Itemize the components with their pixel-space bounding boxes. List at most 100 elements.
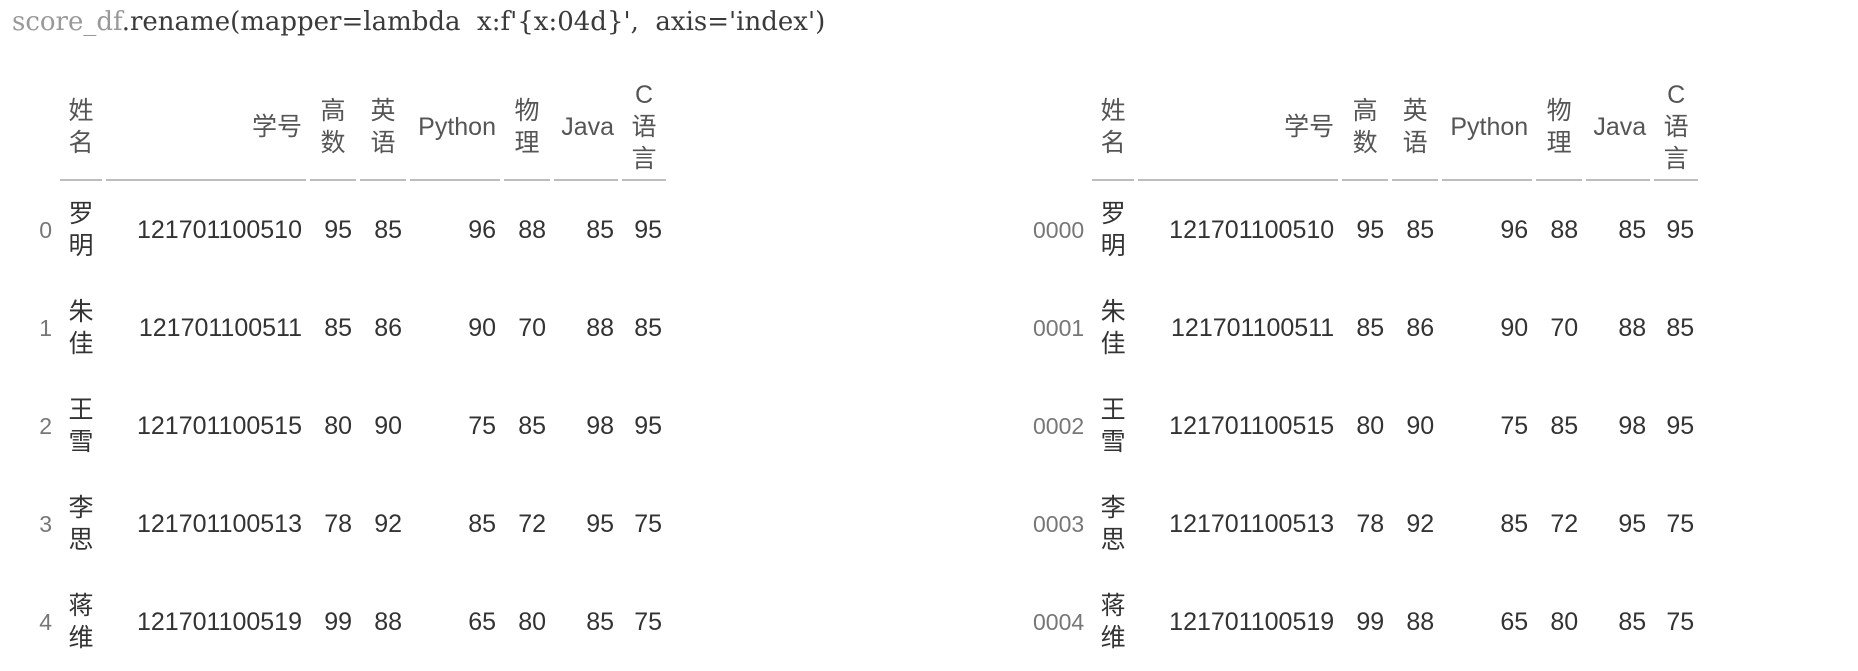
score-cell: 96 xyxy=(468,216,496,244)
name-char: 明 xyxy=(1100,232,1126,260)
score-cell: 80 xyxy=(518,608,546,636)
row-index: 1 xyxy=(39,315,52,341)
score-cell: 80 xyxy=(1356,412,1385,440)
column-header: Java xyxy=(1586,75,1651,181)
name-char: 蒋 xyxy=(1100,592,1126,620)
column-header-char: 姓 xyxy=(68,97,94,125)
score-cell: 86 xyxy=(374,314,402,342)
score-cell: 85 xyxy=(1618,216,1647,244)
score-cell: 75 xyxy=(634,510,662,538)
dataframe-table-left: 姓名学号高数英语 Python 物理 Java C 语言 0 罗明 121701100510 95… xyxy=(28,75,670,671)
column-header-char: 语 xyxy=(1402,129,1428,157)
column-header-char: 言 xyxy=(631,145,657,173)
table-header: 姓名学号高数英语 Python 物理 Java C 语言 xyxy=(1029,75,1699,181)
name-cell: 李思 xyxy=(1092,475,1134,573)
column-header-char: Python xyxy=(1450,113,1529,141)
table-header: 姓名学号高数英语 Python 物理 Java C 语言 xyxy=(32,75,666,181)
score-cell: 75 xyxy=(1500,412,1529,440)
score-cell: 88 xyxy=(1406,608,1435,636)
column-header-char: 语 xyxy=(370,129,396,157)
column-header: 高数 xyxy=(1342,75,1389,181)
score-cell: 85 xyxy=(1550,412,1579,440)
table-row: 0004 蒋维 121701100519 99 88 65 80 85 75 xyxy=(1029,573,1698,671)
name-cell: 朱佳 xyxy=(1092,279,1134,377)
column-header-char: 英 xyxy=(1402,97,1428,125)
table-body: 0 罗明 121701100510 95 85 96 88 85 95 1 朱佳 1217011005… xyxy=(32,181,666,671)
score-cell: 72 xyxy=(518,510,546,538)
score-cell: 95 xyxy=(634,412,662,440)
score-cell: 95 xyxy=(1356,216,1385,244)
index-header xyxy=(1029,75,1088,181)
column-header-char: Java xyxy=(1593,113,1647,141)
score-cell: 85 xyxy=(1618,608,1647,636)
index-header xyxy=(32,75,56,181)
name-char: 明 xyxy=(68,232,94,260)
column-header: 学号 xyxy=(1138,75,1339,181)
student-id-cell: 121701100510 xyxy=(137,216,302,244)
score-cell: 80 xyxy=(324,412,352,440)
row-index: 4 xyxy=(39,609,52,635)
score-cell: 88 xyxy=(374,608,402,636)
column-header-char: 名 xyxy=(68,129,94,157)
column-header: 学号 xyxy=(106,75,306,181)
row-index: 0002 xyxy=(1033,413,1085,439)
column-header: 姓名 xyxy=(60,75,102,181)
header-row: 姓名学号高数英语 Python 物理 Java C 语言 xyxy=(32,75,666,181)
name-char: 朱 xyxy=(68,298,94,326)
name-char: 罗 xyxy=(68,200,94,228)
column-header-char: 物 xyxy=(1546,97,1572,125)
table-row: 0001 朱佳 121701100511 85 86 90 70 88 85 xyxy=(1029,279,1698,377)
score-cell: 65 xyxy=(468,608,496,636)
column-header-char: 名 xyxy=(1100,129,1126,157)
score-cell: 88 xyxy=(1550,216,1579,244)
code-cell-input[interactable]: score_df.rename(mapper=lambda x:f'{x:04d… xyxy=(12,2,825,42)
score-cell: 95 xyxy=(1666,216,1695,244)
name-char: 佳 xyxy=(1100,330,1126,358)
column-header-char: 姓 xyxy=(1100,97,1126,125)
student-id-cell: 121701100511 xyxy=(138,314,302,342)
student-id-cell: 121701100515 xyxy=(1169,412,1335,440)
code-variable: score_df xyxy=(12,7,122,37)
table-row: 2 王雪 121701100515 80 90 75 85 98 95 xyxy=(32,377,666,475)
table-body: 0000 罗明 121701100510 95 85 96 88 85 95 0001 朱佳 1217… xyxy=(1029,181,1698,671)
score-cell: 85 xyxy=(468,510,496,538)
name-cell: 王雪 xyxy=(60,377,102,475)
name-char: 维 xyxy=(68,624,94,652)
name-char: 佳 xyxy=(68,330,94,358)
table-row: 4 蒋维 121701100519 99 88 65 80 85 75 xyxy=(32,573,666,671)
column-header: 高数 xyxy=(310,75,356,181)
student-id-cell: 121701100519 xyxy=(137,608,302,636)
name-char: 李 xyxy=(68,494,94,522)
column-header-char: 高 xyxy=(320,97,346,125)
score-cell: 78 xyxy=(324,510,352,538)
column-header-char: 理 xyxy=(514,129,540,157)
table-row: 0000 罗明 121701100510 95 85 96 88 85 95 xyxy=(1029,181,1698,279)
score-cell: 88 xyxy=(586,314,614,342)
column-header: C语言 xyxy=(622,75,666,181)
name-cell: 蒋维 xyxy=(1092,573,1134,671)
row-index: 0001 xyxy=(1033,315,1085,341)
name-char: 朱 xyxy=(1100,298,1126,326)
table-row: 0002 王雪 121701100515 80 90 75 85 98 95 xyxy=(1029,377,1698,475)
name-cell: 蒋维 xyxy=(60,573,102,671)
column-header-char: 英 xyxy=(370,97,396,125)
score-cell: 75 xyxy=(468,412,496,440)
score-cell: 88 xyxy=(1618,314,1647,342)
student-id-cell: 121701100513 xyxy=(137,510,302,538)
column-header-char: Python xyxy=(418,113,496,141)
table-row: 0003 李思 121701100513 78 92 85 72 95 75 xyxy=(1029,475,1698,573)
score-cell: 98 xyxy=(586,412,614,440)
score-cell: 70 xyxy=(1550,314,1579,342)
score-cell: 85 xyxy=(1500,510,1529,538)
row-index: 3 xyxy=(39,511,52,537)
column-header-char: 高 xyxy=(1352,97,1378,125)
column-header-char: 数 xyxy=(1352,129,1378,157)
student-id-cell: 121701100510 xyxy=(1169,216,1335,244)
score-cell: 95 xyxy=(1618,510,1647,538)
column-header: 英语 xyxy=(360,75,406,181)
score-cell: 85 xyxy=(586,608,614,636)
row-index: 0000 xyxy=(1033,217,1085,243)
table-row: 1 朱佳 121701100511 85 86 90 70 88 85 xyxy=(32,279,666,377)
name-char: 思 xyxy=(1100,526,1126,554)
student-id-cell: 121701100515 xyxy=(137,412,302,440)
